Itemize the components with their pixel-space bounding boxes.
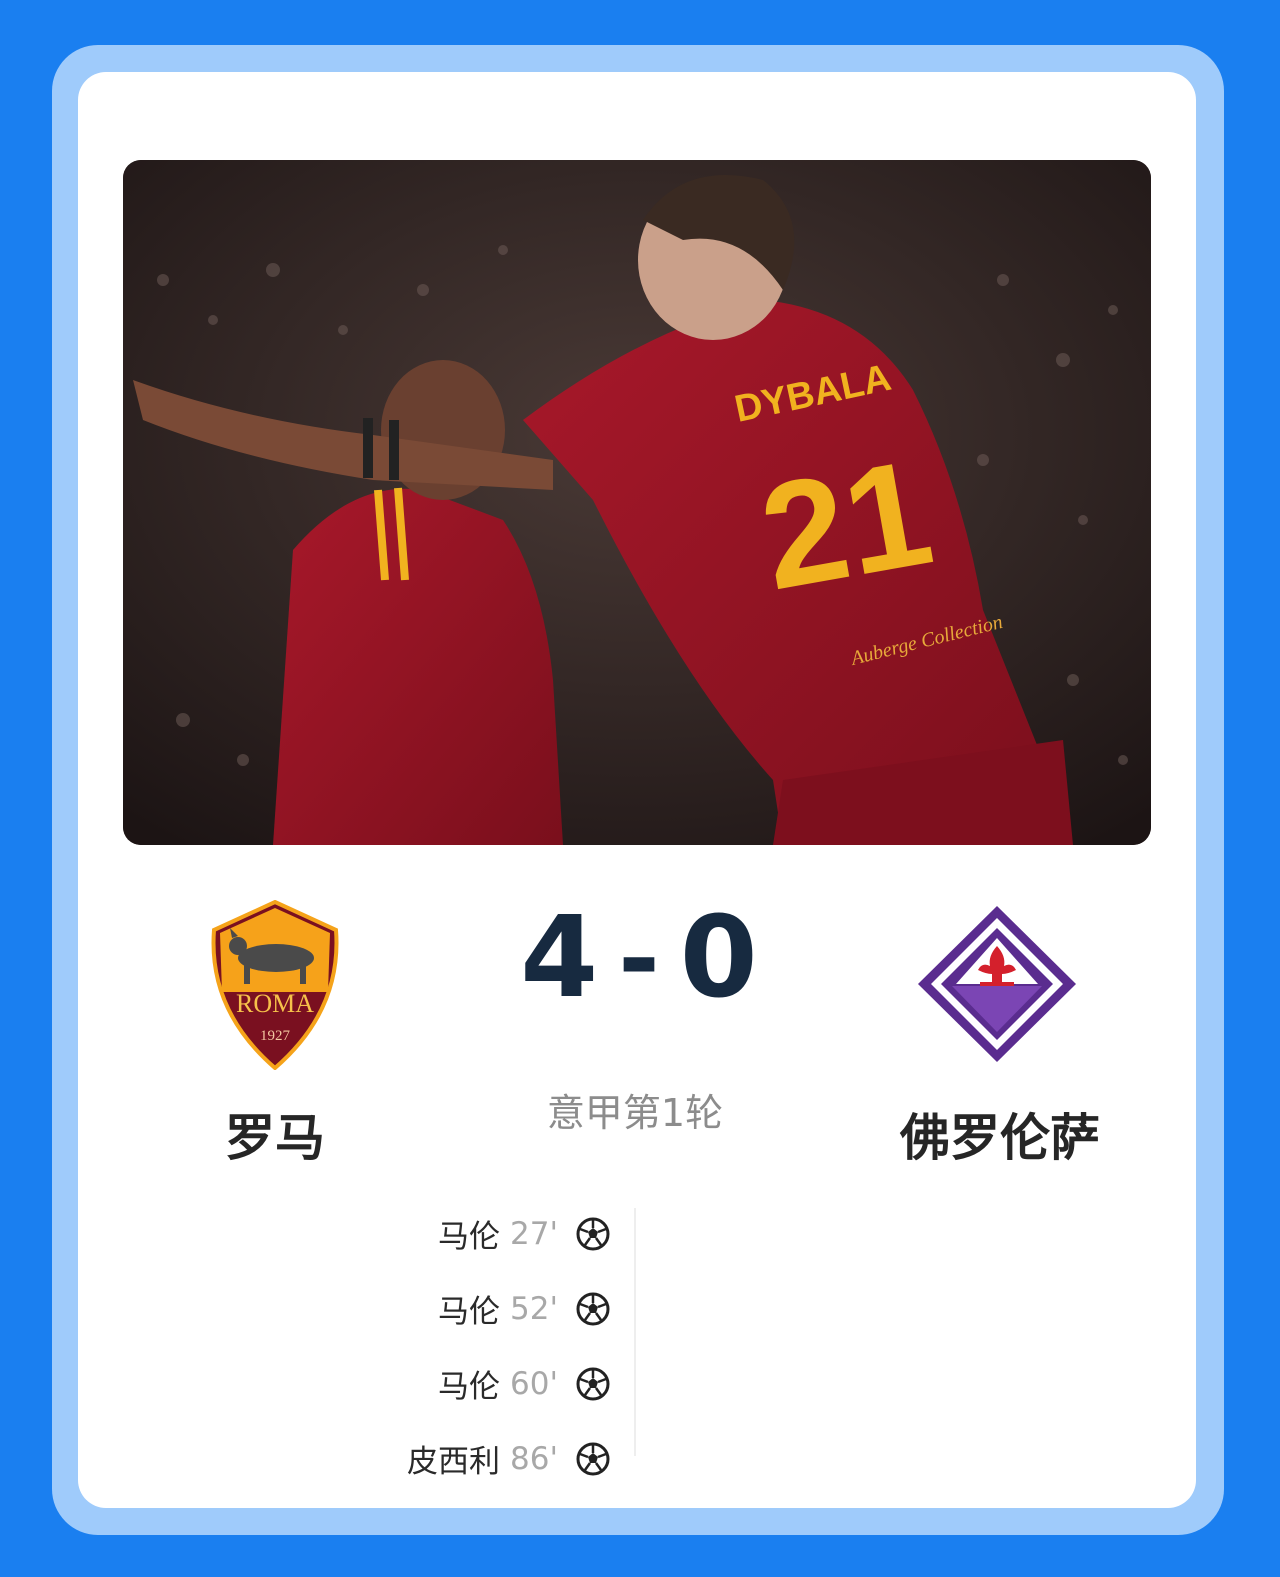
goal-minute: 52' [510, 1290, 558, 1327]
goal-scorer: 皮西利 [407, 1444, 501, 1480]
soccer-ball-icon [576, 1367, 610, 1400]
soccer-ball-icon [576, 1292, 610, 1325]
goal-minute: 27' [510, 1215, 558, 1252]
roma-crest-text: ROMA [236, 989, 314, 1018]
goal-minute: 60' [510, 1365, 558, 1402]
match-photo: DYBALA 21 Auberge Collection [123, 160, 1151, 845]
soccer-ball-icon [576, 1217, 610, 1250]
goal-list: 马伦 27' 马伦 52' 马伦 60' 皮西利 86' [300, 1196, 610, 1496]
jersey-number: 21 [749, 427, 942, 621]
home-team-name: 罗马 [225, 1109, 325, 1167]
away-team-name: 佛罗伦萨 [900, 1109, 1100, 1167]
goal-item: 皮西利 86' [300, 1421, 610, 1496]
soccer-ball-icon [576, 1442, 610, 1475]
match-round: 意甲第1轮 [546, 1091, 724, 1135]
goal-item: 马伦 27' [300, 1196, 610, 1271]
fiorentina-crest [916, 904, 1078, 1064]
roma-crest: ROMA 1927 [208, 899, 342, 1071]
home-score: 4 [520, 893, 601, 1023]
goal-scorer: 马伦 [438, 1369, 501, 1405]
roma-crest-year: 1927 [260, 1028, 291, 1044]
goal-item: 马伦 60' [300, 1346, 610, 1421]
scoreline: 4 - 0 [520, 893, 760, 1023]
goal-item: 马伦 52' [300, 1271, 610, 1346]
score-separator: - [618, 899, 662, 1017]
goals-divider [634, 1208, 636, 1456]
away-score: 0 [679, 893, 760, 1023]
goal-scorer: 马伦 [438, 1294, 501, 1330]
goal-scorer: 马伦 [438, 1219, 501, 1255]
goal-minute: 86' [510, 1440, 558, 1477]
